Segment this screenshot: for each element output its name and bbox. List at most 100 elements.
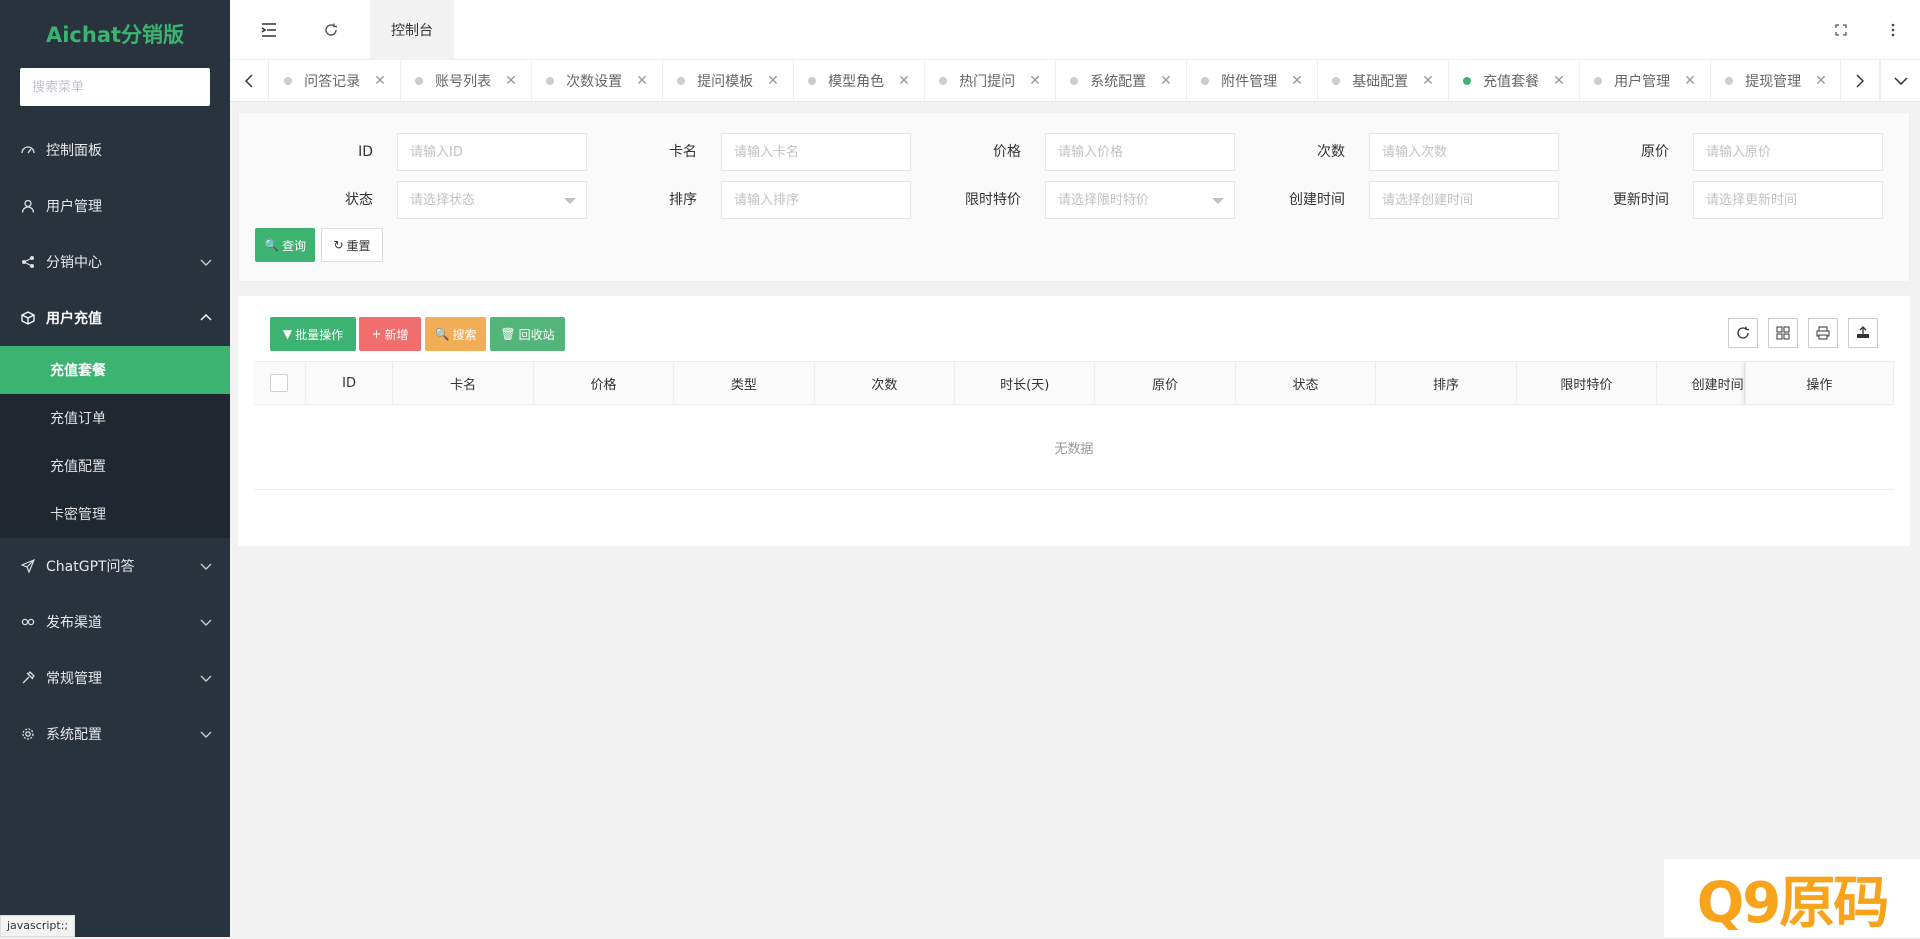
batch-operation-button[interactable]: ▼ 批量操作	[270, 317, 356, 351]
table-refresh-button[interactable]	[1728, 318, 1758, 348]
table-print-button[interactable]	[1808, 318, 1838, 348]
table-header-cell[interactable]: 时长(天)	[955, 362, 1096, 404]
form-input[interactable]	[408, 143, 576, 161]
close-icon[interactable]: ✕	[1291, 73, 1303, 89]
tabs-dropdown[interactable]	[1880, 60, 1920, 101]
close-icon[interactable]: ✕	[1160, 73, 1172, 89]
tab-label: 充值套餐	[1483, 73, 1540, 90]
submenu-item-1[interactable]: 充值订单	[0, 394, 230, 442]
tab-label: 基础配置	[1352, 73, 1409, 90]
sidebar-item-3[interactable]: 用户充值	[0, 290, 230, 346]
form-input[interactable]	[1056, 143, 1224, 161]
tab-item-11[interactable]: 提现管理 ✕	[1711, 60, 1840, 101]
form-input[interactable]	[1704, 191, 1872, 209]
form-input[interactable]	[1380, 191, 1548, 209]
tab-item-8[interactable]: 基础配置 ✕	[1318, 60, 1449, 101]
form-input[interactable]	[408, 191, 576, 209]
sidebar-item-1[interactable]: 用户管理	[0, 178, 230, 234]
tab-item-9[interactable]: 充值套餐 ✕	[1449, 60, 1580, 101]
table-header-cell[interactable]: 卡名	[393, 362, 534, 404]
search-button[interactable]: 🔍 搜索	[425, 317, 486, 351]
form-input-box[interactable]	[397, 133, 587, 171]
menu-toggle-button[interactable]	[246, 0, 292, 60]
app-logo[interactable]: Aichat分销版	[0, 0, 230, 68]
submenu-item-0[interactable]: 充值套餐	[0, 346, 230, 394]
form-input-box[interactable]	[721, 133, 911, 171]
export-icon	[1857, 326, 1869, 338]
tab-item-2[interactable]: 次数设置 ✕	[532, 60, 663, 101]
tab-item-0[interactable]: 问答记录 ✕	[270, 60, 401, 101]
tab-console[interactable]: 控制台	[370, 0, 454, 60]
tab-status-dot	[415, 76, 424, 85]
close-icon[interactable]: ✕	[1029, 73, 1041, 89]
tab-item-3[interactable]: 提问模板 ✕	[663, 60, 794, 101]
recycle-bin-button[interactable]: 🗑 回收站	[490, 317, 565, 351]
tab-label: 账号列表	[435, 73, 492, 90]
form-input-box[interactable]	[1045, 133, 1235, 171]
form-input-box[interactable]	[1693, 181, 1883, 219]
form-input-box[interactable]	[1369, 133, 1559, 171]
submenu-item-3[interactable]: 卡密管理	[0, 490, 230, 538]
tab-item-7[interactable]: 附件管理 ✕	[1187, 60, 1318, 101]
tab-item-6[interactable]: 系统配置 ✕	[1056, 60, 1187, 101]
table-columns-button[interactable]	[1768, 318, 1798, 348]
close-icon[interactable]: ✕	[1422, 73, 1434, 89]
tab-item-10[interactable]: 用户管理 ✕	[1580, 60, 1711, 101]
tab-label: 模型角色	[828, 73, 885, 90]
table-header-cell[interactable]: 类型	[674, 362, 815, 404]
form-input-box[interactable]	[721, 181, 911, 219]
sidebar-item-2[interactable]: 分销中心	[0, 234, 230, 290]
select-all-checkbox[interactable]	[270, 374, 289, 392]
menu-search-input[interactable]	[30, 78, 200, 96]
table-header-cell[interactable]: 限时特价	[1517, 362, 1658, 404]
add-button[interactable]: + 新增	[359, 317, 421, 351]
table-header-cell[interactable]: ID	[306, 362, 394, 404]
search-icon: 🔍	[434, 327, 450, 341]
close-icon[interactable]: ✕	[767, 73, 779, 89]
close-icon[interactable]: ✕	[1553, 73, 1565, 89]
submenu-item-2[interactable]: 充值配置	[0, 442, 230, 490]
close-icon[interactable]: ✕	[1815, 73, 1827, 89]
close-icon[interactable]: ✕	[1684, 73, 1696, 89]
close-icon[interactable]: ✕	[374, 73, 386, 89]
close-icon[interactable]: ✕	[505, 73, 517, 89]
form-input[interactable]	[1704, 143, 1872, 161]
form-select[interactable]	[397, 181, 587, 219]
fullscreen-button[interactable]	[1818, 0, 1864, 60]
tabs-scroll-right[interactable]	[1840, 60, 1880, 101]
tab-item-5[interactable]: 热门提问 ✕	[925, 60, 1056, 101]
form-label: 原价	[1641, 144, 1669, 160]
tab-item-4[interactable]: 模型角色 ✕	[794, 60, 925, 101]
more-options-button[interactable]	[1870, 0, 1916, 60]
menu-search-box[interactable]	[20, 68, 210, 106]
close-icon[interactable]: ✕	[898, 73, 910, 89]
table-header: ID 卡名 价格 类型 次数 时长(天) 原价 状态 排序 限时特价 创建时间 操作	[254, 361, 1895, 405]
table-header-cell[interactable]: 排序	[1376, 362, 1517, 404]
table-header-cell[interactable]: 价格	[534, 362, 675, 404]
form-input[interactable]	[1056, 191, 1224, 209]
sidebar-item-6[interactable]: 常规管理	[0, 650, 230, 706]
form-input[interactable]	[1380, 143, 1548, 161]
table-export-button[interactable]	[1848, 318, 1878, 348]
table-header-cell[interactable]: 创建时间	[1657, 362, 1745, 404]
sidebar-item-7[interactable]: 系统配置	[0, 706, 230, 762]
tab-item-1[interactable]: 账号列表 ✕	[401, 60, 532, 101]
form-select[interactable]	[1045, 181, 1235, 219]
table-header-cell[interactable]: 次数	[815, 362, 956, 404]
form-input-box[interactable]	[1693, 133, 1883, 171]
table-header-cell[interactable]: 原价	[1095, 362, 1236, 404]
form-input[interactable]	[732, 143, 900, 161]
sidebar-item-0[interactable]: 控制面板	[0, 122, 230, 178]
form-label: 限时特价	[965, 192, 1021, 208]
tabs-scroll-left[interactable]	[230, 60, 269, 101]
reset-button[interactable]: ↻ 重置	[321, 228, 383, 262]
table-header-cell[interactable]: 状态	[1236, 362, 1377, 404]
sidebar-item-4[interactable]: ChatGPT问答	[0, 538, 230, 594]
table-header-cell[interactable]: 操作	[1744, 362, 1895, 404]
form-input-box[interactable]	[1369, 181, 1559, 219]
form-input[interactable]	[732, 191, 900, 209]
query-button[interactable]: 🔍 查询	[255, 228, 315, 262]
close-icon[interactable]: ✕	[636, 73, 648, 89]
sidebar-item-5[interactable]: 发布渠道	[0, 594, 230, 650]
refresh-button[interactable]	[308, 0, 354, 60]
